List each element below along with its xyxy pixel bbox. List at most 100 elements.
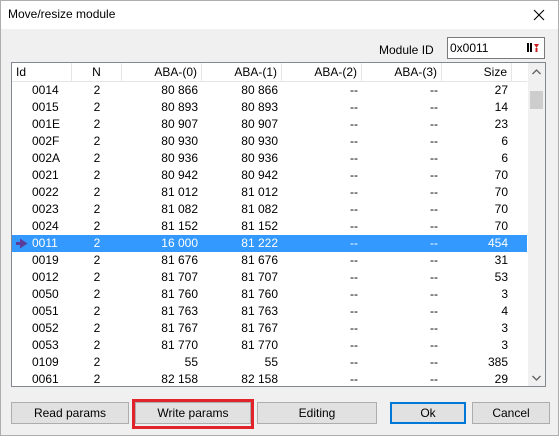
cell-aba1: 81 770 bbox=[241, 338, 278, 352]
cell-aba1: 80 936 bbox=[241, 151, 278, 165]
cell-n: 2 bbox=[93, 100, 101, 114]
scroll-thumb[interactable] bbox=[530, 91, 543, 109]
column-header-aba3[interactable]: ABA-(3) bbox=[362, 63, 442, 81]
table-row[interactable]: 002A 2 80 936 80 936 -- -- 6 bbox=[12, 150, 527, 167]
column-header-aba2[interactable]: ABA-(2) bbox=[282, 63, 362, 81]
cell-aba2: -- bbox=[350, 202, 358, 216]
cell-id: 0019 bbox=[32, 253, 59, 267]
cell-aba2: -- bbox=[350, 338, 358, 352]
ok-button[interactable]: Ok bbox=[390, 402, 466, 424]
cell-aba2: -- bbox=[350, 151, 358, 165]
cell-aba1: 80 930 bbox=[241, 134, 278, 148]
cell-id: 0052 bbox=[32, 321, 59, 335]
cell-aba1: 81 676 bbox=[241, 253, 278, 267]
table-row[interactable]: 0024 2 81 152 81 152 -- -- 70 bbox=[12, 218, 527, 235]
table-row[interactable]: 001E 2 80 907 80 907 -- -- 23 bbox=[12, 116, 527, 133]
cell-aba1: 81 767 bbox=[241, 321, 278, 335]
cell-aba0: 81 770 bbox=[161, 338, 198, 352]
cell-id: 0109 bbox=[32, 355, 59, 369]
cell-aba3: -- bbox=[430, 372, 438, 386]
cell-n: 2 bbox=[93, 117, 101, 131]
cell-aba3: -- bbox=[430, 134, 438, 148]
cell-size: 70 bbox=[494, 219, 508, 233]
cell-aba1: 80 907 bbox=[241, 117, 278, 131]
cell-n: 2 bbox=[93, 168, 101, 182]
cell-n: 2 bbox=[93, 321, 101, 335]
table-row[interactable]: 0052 2 81 767 81 767 -- -- 3 bbox=[12, 320, 527, 337]
cell-aba0: 80 936 bbox=[161, 151, 198, 165]
cell-n: 2 bbox=[93, 185, 101, 199]
table-row[interactable]: 002F 2 80 930 80 930 -- -- 6 bbox=[12, 133, 527, 150]
table-row[interactable]: 0012 2 81 707 81 707 -- -- 53 bbox=[12, 269, 527, 286]
scroll-down-button[interactable] bbox=[528, 369, 545, 386]
cell-aba3: -- bbox=[430, 355, 438, 369]
cell-n: 2 bbox=[93, 236, 101, 250]
cell-n: 2 bbox=[93, 338, 101, 352]
cell-id: 0011 bbox=[32, 236, 58, 250]
cell-aba2: -- bbox=[350, 117, 358, 131]
close-button[interactable] bbox=[524, 2, 554, 28]
cell-aba0: 80 866 bbox=[161, 83, 198, 97]
vertical-scrollbar[interactable] bbox=[528, 63, 545, 386]
cell-size: 454 bbox=[487, 236, 508, 250]
cell-size: 14 bbox=[494, 100, 508, 114]
table-row[interactable]: 0014 2 80 866 80 866 -- -- 27 bbox=[12, 82, 527, 99]
cell-id: 0021 bbox=[32, 168, 59, 182]
cell-id: 0024 bbox=[32, 219, 59, 233]
cell-aba3: -- bbox=[430, 253, 438, 267]
table-row-selected[interactable]: 0011 2 16 000 81 222 -- -- 454 bbox=[12, 235, 527, 252]
table-row[interactable]: 0109 2 55 55 -- -- 385 bbox=[12, 354, 527, 371]
cell-aba3: -- bbox=[430, 202, 438, 216]
cell-aba0: 82 158 bbox=[161, 372, 198, 386]
column-header-aba1[interactable]: ABA-(1) bbox=[202, 63, 282, 81]
cell-id: 0022 bbox=[32, 185, 59, 199]
arrow-right-icon bbox=[16, 238, 28, 249]
cell-aba3: -- bbox=[430, 151, 438, 165]
column-header-n[interactable]: N bbox=[72, 63, 122, 81]
module-picker-icon[interactable] bbox=[526, 40, 540, 56]
scroll-up-button[interactable] bbox=[528, 63, 545, 80]
table-row[interactable]: 0051 2 81 763 81 763 -- -- 4 bbox=[12, 303, 527, 320]
cell-size: 29 bbox=[494, 372, 508, 386]
table-row[interactable]: 0021 2 80 942 80 942 -- -- 70 bbox=[12, 167, 527, 184]
cell-size: 70 bbox=[494, 202, 508, 216]
module-list[interactable]: Id N ABA-(0) ABA-(1) ABA-(2) ABA-(3) Siz… bbox=[11, 62, 546, 387]
cell-id: 0050 bbox=[32, 287, 59, 301]
cell-aba2: -- bbox=[350, 355, 358, 369]
table-row[interactable]: 0019 2 81 676 81 676 -- -- 31 bbox=[12, 252, 527, 269]
cancel-button[interactable]: Cancel bbox=[472, 402, 550, 424]
editing-button[interactable]: Editing bbox=[257, 402, 377, 424]
table-row[interactable]: 0022 2 81 012 81 012 -- -- 70 bbox=[12, 184, 527, 201]
cell-aba3: -- bbox=[430, 117, 438, 131]
cell-aba2: -- bbox=[350, 253, 358, 267]
cell-aba2: -- bbox=[350, 168, 358, 182]
table-row[interactable]: 0061 2 82 158 82 158 -- -- 29 bbox=[12, 371, 527, 386]
cell-id: 0023 bbox=[32, 202, 59, 216]
cell-n: 2 bbox=[93, 83, 101, 97]
table-row[interactable]: 0015 2 80 893 80 893 -- -- 14 bbox=[12, 99, 527, 116]
cell-id: 0061 bbox=[32, 372, 59, 386]
column-header-size[interactable]: Size bbox=[442, 63, 512, 81]
module-id-input[interactable] bbox=[450, 40, 520, 56]
cell-size: 23 bbox=[494, 117, 508, 131]
cell-aba0: 16 000 bbox=[161, 236, 198, 250]
cell-id: 002A bbox=[32, 151, 61, 165]
cell-aba0: 81 763 bbox=[161, 304, 198, 318]
table-row[interactable]: 0053 2 81 770 81 770 -- -- 3 bbox=[12, 337, 527, 354]
module-id-field[interactable] bbox=[447, 37, 545, 59]
read-params-button[interactable]: Read params bbox=[11, 402, 129, 424]
column-header-aba0[interactable]: ABA-(0) bbox=[122, 63, 202, 81]
cell-aba0: 80 907 bbox=[161, 117, 198, 131]
column-header-id[interactable]: Id bbox=[12, 63, 72, 81]
cell-aba1: 81 222 bbox=[241, 236, 278, 250]
table-row[interactable]: 0050 2 81 760 81 760 -- -- 3 bbox=[12, 286, 527, 303]
cell-aba3: -- bbox=[430, 83, 438, 97]
cell-aba3: -- bbox=[430, 304, 438, 318]
cell-aba1: 80 893 bbox=[241, 100, 278, 114]
cell-size: 4 bbox=[501, 304, 508, 318]
cell-aba3: -- bbox=[430, 270, 438, 284]
cell-n: 2 bbox=[93, 270, 101, 284]
cell-id: 002F bbox=[32, 134, 60, 148]
cell-id: 0014 bbox=[32, 83, 59, 97]
table-row[interactable]: 0023 2 81 082 81 082 -- -- 70 bbox=[12, 201, 527, 218]
